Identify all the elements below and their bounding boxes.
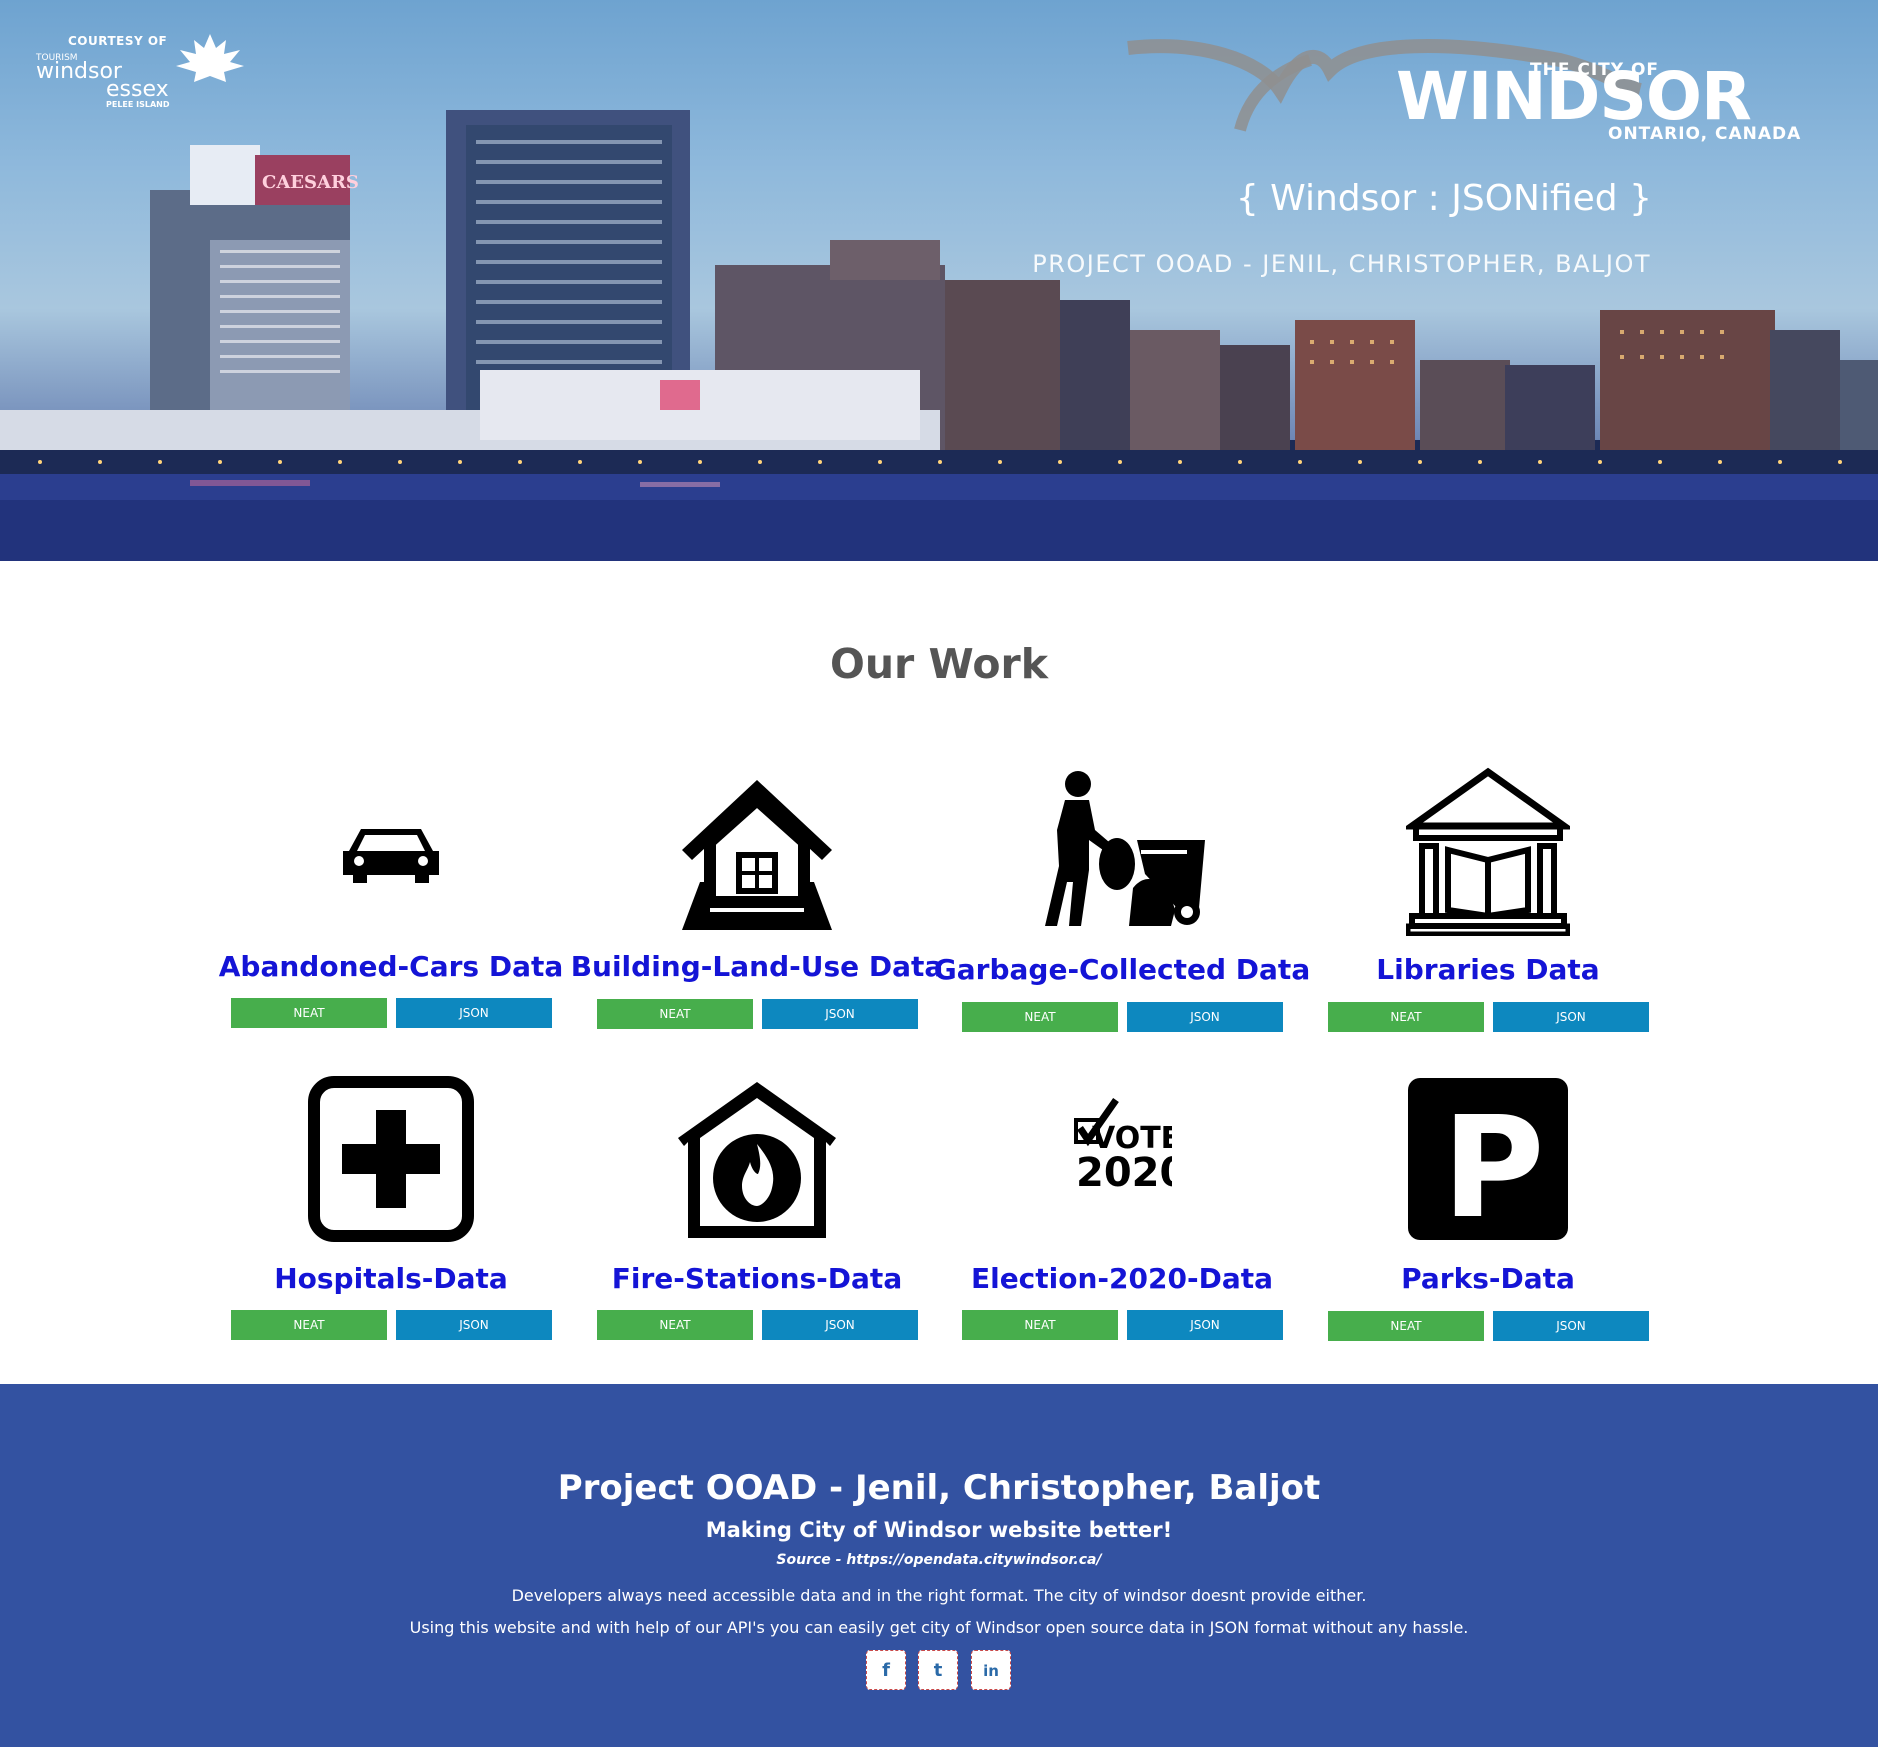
card-garbage-collected: Garbage-Collected Data	[934, 760, 1310, 986]
libraries-json-button[interactable]: JSON	[1493, 1002, 1649, 1032]
courtesy-of-text: COURTESY OF	[68, 34, 168, 48]
election-2020-json-button[interactable]: JSON	[1127, 1310, 1283, 1340]
fire-stations-neat-button[interactable]: NEAT	[597, 1310, 753, 1340]
ontario-canada-text: ONTARIO, CANADA	[1608, 124, 1802, 144]
card-libraries: Libraries Data	[1328, 760, 1648, 986]
footer-subtitle: Making City of Windsor website better!	[705, 1518, 1173, 1542]
hero-title: { Windsor : JSONified }	[1235, 178, 1652, 219]
fire-station-icon	[597, 1074, 917, 1244]
vote-2020-icon: VOTE 2020	[962, 1098, 1282, 1198]
card-election-2020: VOTE 2020 Election-2020-Data	[962, 1072, 1282, 1295]
footer: Project OOAD - Jenil, Christopher, Baljo…	[0, 1384, 1878, 1747]
libraries-link[interactable]: Libraries Data	[1288, 953, 1688, 986]
libraries-neat-button[interactable]: NEAT	[1328, 1002, 1484, 1032]
abandoned-cars-neat-button[interactable]: NEAT	[231, 998, 387, 1028]
tourism-windsor-essex-logo[interactable]: COURTESY OF TOURISM windsor essex PELEE …	[34, 30, 246, 112]
hospitals-neat-button[interactable]: NEAT	[231, 1310, 387, 1340]
linkedin-icon[interactable]: in	[971, 1650, 1011, 1690]
fire-stations-json-button[interactable]: JSON	[762, 1310, 918, 1340]
our-work-heading: Our Work	[830, 640, 1048, 688]
election-2020-neat-button[interactable]: NEAT	[962, 1310, 1118, 1340]
abandoned-cars-json-button[interactable]: JSON	[396, 998, 552, 1028]
hospitals-json-button[interactable]: JSON	[396, 1310, 552, 1340]
year-2020-text: 2020	[1076, 1150, 1172, 1196]
garbage-collected-link[interactable]: Garbage-Collected Data	[922, 953, 1322, 986]
card-fire-stations: Fire-Stations-Data	[597, 1072, 917, 1295]
car-icon	[231, 815, 551, 885]
windsor-wordmark: WINDSOR	[1396, 58, 1752, 135]
footer-description-1: Developers always need accessible data a…	[511, 1586, 1367, 1605]
hospital-cross-icon	[231, 1076, 551, 1242]
maple-leaf-icon	[176, 34, 244, 82]
footer-description-2: Using this website and with help of our …	[409, 1618, 1469, 1637]
caesars-sign: CAESARS	[262, 172, 359, 193]
library-icon	[1328, 766, 1648, 936]
garbage-collector-icon	[962, 770, 1282, 930]
parks-json-button[interactable]: JSON	[1493, 1311, 1649, 1341]
house-icon	[597, 772, 917, 932]
hero-banner: CAESARS COURTESY OF TOURISM windsor esse…	[0, 0, 1878, 561]
hospitals-link[interactable]: Hospitals-Data	[191, 1262, 591, 1295]
fire-stations-link[interactable]: Fire-Stations-Data	[557, 1262, 957, 1295]
facebook-icon[interactable]: f	[866, 1650, 906, 1690]
essex-text: essex	[106, 77, 169, 102]
hero-subtitle: PROJECT OOAD - JENIL, CHRISTOPHER, BALJO…	[1032, 250, 1651, 278]
twitter-icon[interactable]: t	[918, 1650, 958, 1690]
parking-icon: P	[1328, 1076, 1648, 1242]
footer-source-link[interactable]: Source - https://opendata.citywindsor.ca…	[0, 1552, 1878, 1568]
card-parks: P Parks-Data	[1328, 1072, 1648, 1295]
parks-neat-button[interactable]: NEAT	[1328, 1311, 1484, 1341]
card-abandoned-cars: Abandoned-Cars Data	[219, 760, 563, 983]
garbage-collected-json-button[interactable]: JSON	[1127, 1002, 1283, 1032]
parking-letter: P	[1442, 1087, 1545, 1242]
parks-link[interactable]: Parks-Data	[1288, 1262, 1688, 1295]
election-2020-link[interactable]: Election-2020-Data	[922, 1262, 1322, 1295]
footer-title: Project OOAD - Jenil, Christopher, Baljo…	[557, 1468, 1321, 1508]
garbage-collected-neat-button[interactable]: NEAT	[962, 1002, 1118, 1032]
building-land-use-link[interactable]: Building-Land-Use Data	[557, 950, 957, 983]
card-hospitals: Hospitals-Data	[231, 1072, 551, 1295]
building-land-use-json-button[interactable]: JSON	[762, 999, 918, 1029]
city-of-windsor-logo[interactable]: THE CITY OF WINDSOR ONTARIO, CANADA	[1120, 36, 1820, 146]
abandoned-cars-link[interactable]: Abandoned-Cars Data	[191, 950, 591, 983]
pelee-island-text: PELEE ISLAND	[106, 100, 170, 109]
card-building-land-use: Building-Land-Use Data	[571, 760, 943, 983]
building-land-use-neat-button[interactable]: NEAT	[597, 999, 753, 1029]
